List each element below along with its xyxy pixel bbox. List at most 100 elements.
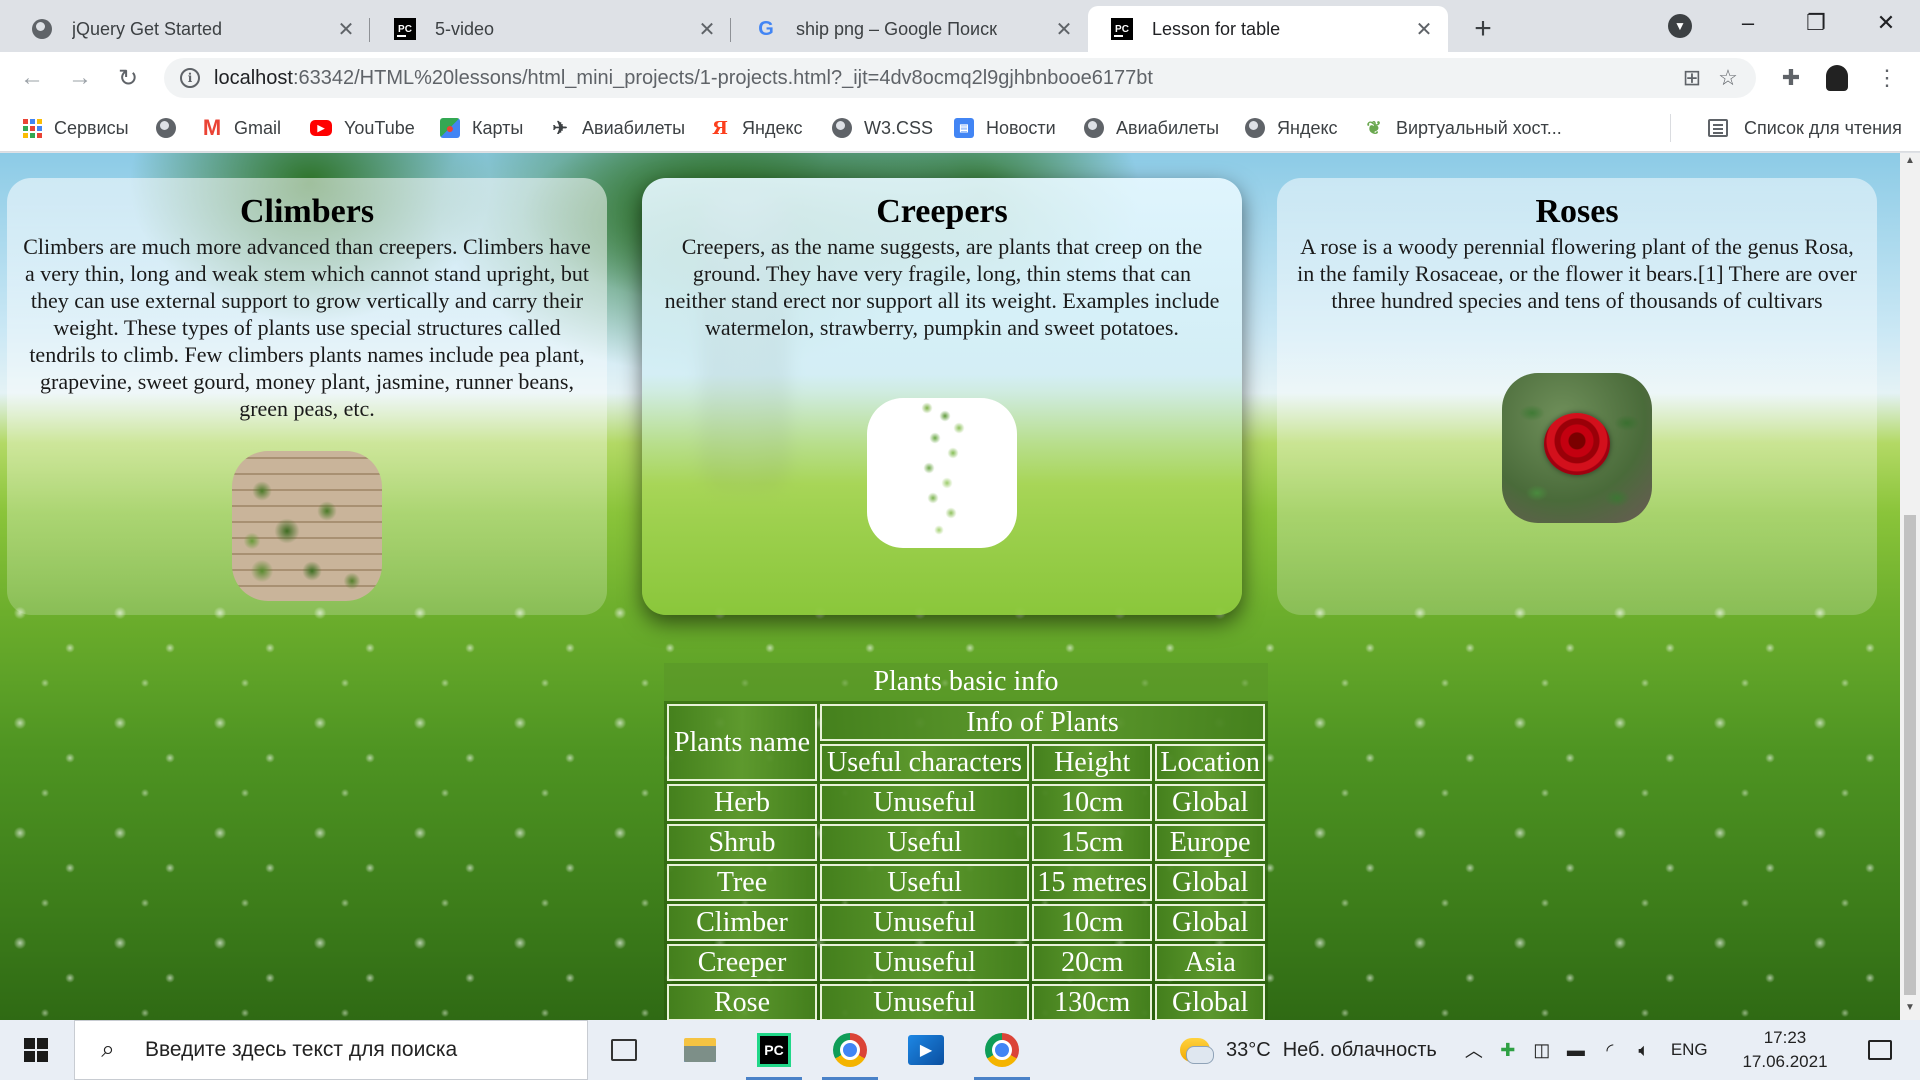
scroll-down-arrow-icon[interactable]: ▼ — [1900, 1002, 1920, 1018]
close-window-button[interactable]: ✕ — [1856, 6, 1916, 40]
forward-button[interactable]: → — [62, 60, 98, 96]
pycharm-icon: PC — [1108, 15, 1136, 43]
bookmark-w3css[interactable]: W3.CSS — [832, 114, 933, 142]
url-text[interactable]: localhost:63342/HTML%20lessons/html_mini… — [214, 67, 1674, 90]
cell-name: Herb — [667, 784, 817, 821]
cell-location: Global — [1155, 864, 1265, 901]
cell-name: Creeper — [667, 944, 817, 981]
maps-icon: ● — [440, 118, 460, 138]
cell-name: Tree — [667, 864, 817, 901]
folder-icon — [684, 1038, 716, 1062]
star-icon[interactable]: ☆ — [1710, 60, 1746, 96]
bookmark-yandex-2[interactable]: Яндекс — [1245, 114, 1338, 142]
bookmark-news[interactable]: ▤ Новости — [954, 114, 1056, 142]
chrome-icon — [985, 1033, 1019, 1067]
notifications-button[interactable] — [1850, 1020, 1910, 1080]
taskbar-pycharm[interactable]: PC — [738, 1020, 810, 1080]
scrollbar-thumb[interactable] — [1904, 515, 1916, 995]
cell-height: 130cm — [1032, 984, 1153, 1020]
globe-icon — [1245, 118, 1265, 138]
new-tab-button[interactable]: + — [1466, 12, 1500, 46]
reading-list-button[interactable]: Список для чтения — [1708, 114, 1902, 142]
cell-location: Global — [1155, 904, 1265, 941]
table-row: Climber Unuseful 10cm Global — [667, 904, 1265, 941]
tab-lesson-for-table[interactable]: PC Lesson for table ✕ — [1088, 6, 1448, 52]
bookmark-gmail[interactable]: M Gmail — [202, 114, 281, 142]
battery-icon[interactable]: ▬ — [1562, 1035, 1590, 1065]
start-button[interactable] — [0, 1020, 72, 1080]
bookmark-youtube[interactable]: ▶ YouTube — [310, 114, 415, 142]
creepers-image — [867, 398, 1017, 548]
cell-height: 10cm — [1032, 784, 1153, 821]
table-row: Creeper Unuseful 20cm Asia — [667, 944, 1265, 981]
info-icon[interactable]: i — [180, 68, 200, 88]
card-text: Climbers are much more advanced than cre… — [23, 234, 591, 421]
tab-title: 5-video — [435, 18, 495, 39]
scroll-up-arrow-icon[interactable]: ▲ — [1900, 155, 1920, 171]
cell-name: Rose — [667, 984, 817, 1020]
table-row: Shrub Useful 15cm Europe — [667, 824, 1265, 861]
reading-list-icon — [1708, 118, 1728, 138]
chevron-up-icon[interactable]: ︿ — [1460, 1035, 1488, 1065]
bookmark-aviabilety-2[interactable]: Авиабилеты — [1084, 114, 1219, 142]
weather-description[interactable]: Неб. облачность — [1283, 1039, 1437, 1062]
close-icon[interactable]: ✕ — [332, 15, 360, 43]
windows-taskbar: ⌕ Введите здесь текст для поиска PC ▶ 33… — [0, 1020, 1920, 1080]
rose-image — [1502, 373, 1652, 523]
search-placeholder: Введите здесь текст для поиска — [145, 1038, 458, 1061]
tab-jquery[interactable]: jQuery Get Started ✕ — [8, 6, 370, 52]
taskbar-chrome[interactable] — [814, 1020, 886, 1080]
task-view-icon — [611, 1039, 637, 1061]
webcam-icon[interactable]: ◫ — [1528, 1035, 1556, 1065]
climbers-image — [232, 451, 382, 601]
task-view-button[interactable] — [588, 1020, 660, 1080]
tab-search-icon[interactable]: ▼ — [1668, 14, 1692, 38]
profile-avatar-icon[interactable] — [1820, 61, 1854, 95]
close-icon[interactable]: ✕ — [1410, 15, 1438, 43]
app-tray-icon[interactable]: ✚ — [1494, 1035, 1522, 1065]
card-title: Roses — [1535, 193, 1619, 230]
close-icon[interactable]: ✕ — [693, 15, 721, 43]
windows-logo-icon — [24, 1038, 48, 1062]
minimize-button[interactable]: – — [1718, 6, 1778, 40]
bookmark-maps[interactable]: ● Карты — [440, 114, 523, 142]
bookmark-globe[interactable] — [156, 114, 188, 142]
extensions-icon[interactable]: ✚ — [1774, 61, 1808, 95]
tab-5-video[interactable]: PC 5-video ✕ — [371, 6, 731, 52]
bookmark-services[interactable]: Сервисы — [22, 114, 129, 142]
cell-location: Global — [1155, 984, 1265, 1020]
taskbar-search[interactable]: ⌕ Введите здесь текст для поиска — [74, 1020, 588, 1080]
wifi-icon[interactable]: ◜ — [1596, 1035, 1624, 1065]
weather-cloudy-sun-icon[interactable] — [1180, 1038, 1214, 1064]
bookmark-virtual-host[interactable]: ❦ Виртуальный хост... — [1364, 114, 1561, 142]
weather-temperature[interactable]: 33°C — [1226, 1039, 1271, 1062]
taskbar-chrome-2[interactable] — [966, 1020, 1038, 1080]
taskbar-clock[interactable]: 17:23 17.06.2021 — [1730, 1026, 1840, 1074]
address-bar[interactable]: i localhost:63342/HTML%20lessons/html_mi… — [164, 58, 1756, 98]
tab-title: Lesson for table — [1152, 18, 1281, 39]
card-creepers: Creepers Creepers, as the name suggests,… — [642, 178, 1242, 615]
translate-icon[interactable]: ⊞ — [1674, 60, 1710, 96]
language-indicator[interactable]: ENG — [1671, 1040, 1708, 1060]
card-title: Climbers — [239, 193, 375, 230]
menu-icon[interactable]: ⋮ — [1870, 61, 1904, 95]
cell-useful: Useful — [820, 864, 1030, 901]
reload-button[interactable]: ↻ — [110, 60, 146, 96]
header-useful-characters: Useful characters — [820, 744, 1030, 781]
card-text: A rose is a woody perennial flowering pl… — [1297, 234, 1857, 313]
volume-icon[interactable]: 🔈︎ — [1630, 1035, 1658, 1065]
back-button[interactable]: ← — [14, 60, 50, 96]
taskbar-video-player[interactable]: ▶ — [890, 1020, 962, 1080]
bookmark-aviabilety[interactable]: ✈ Авиабилеты — [550, 114, 685, 142]
cell-height: 20cm — [1032, 944, 1153, 981]
cell-useful: Unuseful — [820, 944, 1030, 981]
cell-height: 10cm — [1032, 904, 1153, 941]
page-scrollbar[interactable]: ▲ ▼ — [1900, 153, 1920, 1020]
tab-ship-png[interactable]: G ship png – Google Поиск ✕ — [732, 6, 1088, 52]
table-header-row: Plants name Info of Plants — [667, 704, 1265, 781]
table-caption: Plants basic info — [664, 663, 1268, 701]
close-icon[interactable]: ✕ — [1050, 15, 1078, 43]
bookmark-yandex[interactable]: Я Яндекс — [710, 114, 802, 142]
restore-button[interactable]: ❐ — [1786, 6, 1846, 40]
taskbar-file-explorer[interactable] — [664, 1020, 736, 1080]
